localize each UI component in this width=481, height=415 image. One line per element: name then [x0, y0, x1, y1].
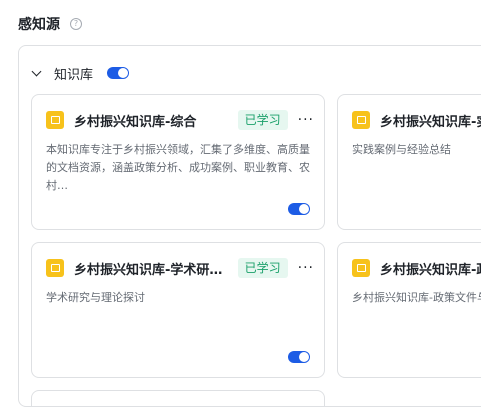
group-header: 知识库 — [31, 64, 130, 83]
more-icon[interactable]: ··· — [298, 112, 314, 128]
card-header: 乡村振兴知识库-综合 已学习 ··· — [46, 109, 314, 131]
card-header: 乡村振兴知识库-政策文件 — [352, 257, 481, 279]
card-toggle[interactable] — [288, 351, 310, 363]
book-icon — [352, 111, 370, 129]
group-toggle[interactable] — [107, 67, 130, 79]
more-icon[interactable]: ··· — [298, 260, 314, 276]
knowledge-card[interactable]: 乡村振兴知识库-学术研究… 已学习 ··· 学术研究与理论探讨 — [31, 242, 325, 378]
card-toggle[interactable] — [288, 203, 310, 215]
card-title: 乡村振兴知识库-政策文件 — [380, 262, 481, 278]
card-title: 乡村振兴知识库-实践案例 — [380, 114, 481, 130]
knowledge-card[interactable]: 乡村振兴知识库-政策文件 乡村振兴知识库-政策文件与 — [337, 242, 481, 378]
card-title: 乡村振兴知识库-学术研究… — [74, 262, 230, 278]
status-badge: 已学习 — [237, 110, 288, 130]
knowledge-card[interactable]: 乡村振兴知识库-综合 已学习 ··· 本知识库专注于乡村振兴领域，汇集了多维度、… — [31, 94, 325, 230]
section-title: 感知源 — [18, 17, 60, 33]
status-badge: 已学习 — [237, 258, 288, 278]
card-description: 实践案例与经验总结 — [352, 143, 451, 156]
knowledge-card[interactable] — [31, 390, 325, 406]
card-description: 乡村振兴知识库-政策文件与 — [352, 291, 481, 304]
knowledge-card[interactable]: 乡村振兴知识库-实践案例 实践案例与经验总结 — [337, 94, 481, 230]
group-title: 知识库 — [54, 67, 94, 83]
card-header: 乡村振兴知识库-实践案例 — [352, 109, 481, 131]
book-icon — [46, 259, 64, 277]
knowledge-panel: 知识库 乡村振兴知识库-综合 已学习 ··· 本知识库专注于乡村振兴领域，汇集了… — [18, 45, 481, 407]
book-icon — [352, 259, 370, 277]
card-description: 本知识库专注于乡村振兴领域，汇集了多维度、高质量的文档资源，涵盖政策分析、成功案… — [46, 143, 310, 192]
help-icon[interactable]: ? — [70, 18, 82, 30]
section-header: 感知源 ? — [18, 14, 82, 34]
chevron-down-icon[interactable] — [31, 66, 42, 76]
book-icon — [46, 111, 64, 129]
card-header: 乡村振兴知识库-学术研究… 已学习 ··· — [46, 257, 314, 279]
card-description: 学术研究与理论探讨 — [46, 291, 145, 304]
card-title: 乡村振兴知识库-综合 — [74, 114, 197, 130]
